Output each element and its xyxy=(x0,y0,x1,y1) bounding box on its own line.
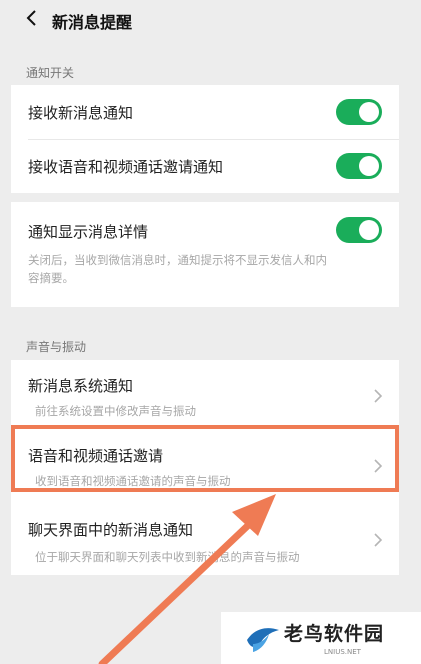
settings-screen: 新消息提醒 通知开关 接收新消息通知 接收语音和视频通话邀请通知 通知显示消息详… xyxy=(11,0,399,664)
receive-call-invite-toggle[interactable] xyxy=(336,153,382,179)
receive-new-message-toggle[interactable] xyxy=(336,99,382,125)
system-notification-row[interactable]: 新消息系统通知 前往系统设置中修改声音与振动 xyxy=(11,360,399,425)
chat-new-message-row[interactable]: 聊天界面中的新消息通知 位于聊天界面和聊天列表中收到新消息的声音与振动 xyxy=(11,491,399,575)
chat-new-message-desc: 位于聊天界面和聊天列表中收到新消息的声音与振动 xyxy=(35,550,300,564)
system-notification-label: 新消息系统通知 xyxy=(28,377,134,395)
chat-new-message-label: 聊天界面中的新消息通知 xyxy=(28,521,194,539)
receive-new-message-row[interactable]: 接收新消息通知 xyxy=(11,85,399,139)
chevron-right-icon xyxy=(374,533,383,547)
message-details-desc-line1: 关闭后，当收到微信消息时，通知提示将不显示发信人和内 xyxy=(28,253,327,267)
receive-new-message-label: 接收新消息通知 xyxy=(28,104,134,122)
message-details-label: 通知显示消息详情 xyxy=(28,223,149,241)
bird-logo-icon xyxy=(247,628,279,652)
call-invite-sound-desc: 收到语音和视频通话邀请的声音与振动 xyxy=(35,474,231,488)
receive-call-invite-label: 接收语音和视频通话邀请通知 xyxy=(28,158,224,176)
header: 新消息提醒 xyxy=(11,0,399,42)
message-details-desc-line2: 容摘要。 xyxy=(28,271,74,285)
section-title-notification-switch: 通知开关 xyxy=(26,66,75,80)
toggle-knob xyxy=(359,156,379,176)
toggle-knob xyxy=(359,102,379,122)
message-details-toggle[interactable] xyxy=(336,217,382,243)
call-invite-sound-row[interactable]: 语音和视频通话邀请 收到语音和视频通话邀请的声音与振动 xyxy=(11,425,399,491)
chevron-right-icon xyxy=(374,389,383,403)
section-title-sound-vibration: 声音与振动 xyxy=(26,340,87,354)
watermark: 老鸟软件园 LNIUS.NET xyxy=(221,612,421,664)
watermark-subtext: LNIUS.NET xyxy=(324,648,361,656)
sound-vibration-card: 新消息系统通知 前往系统设置中修改声音与振动 语音和视频通话邀请 收到语音和视频… xyxy=(11,360,399,575)
chevron-right-icon xyxy=(374,459,383,473)
notification-switch-card: 接收新消息通知 接收语音和视频通话邀请通知 xyxy=(11,85,399,193)
system-notification-desc: 前往系统设置中修改声音与振动 xyxy=(35,404,196,418)
watermark-text: 老鸟软件园 xyxy=(284,623,385,645)
receive-call-invite-row[interactable]: 接收语音和视频通话邀请通知 xyxy=(11,139,399,193)
back-icon[interactable] xyxy=(25,9,39,27)
toggle-knob xyxy=(359,220,379,240)
page-title: 新消息提醒 xyxy=(52,13,133,32)
message-details-card: 通知显示消息详情 关闭后，当收到微信消息时，通知提示将不显示发信人和内 容摘要。 xyxy=(11,202,399,307)
call-invite-sound-label: 语音和视频通话邀请 xyxy=(28,447,164,465)
